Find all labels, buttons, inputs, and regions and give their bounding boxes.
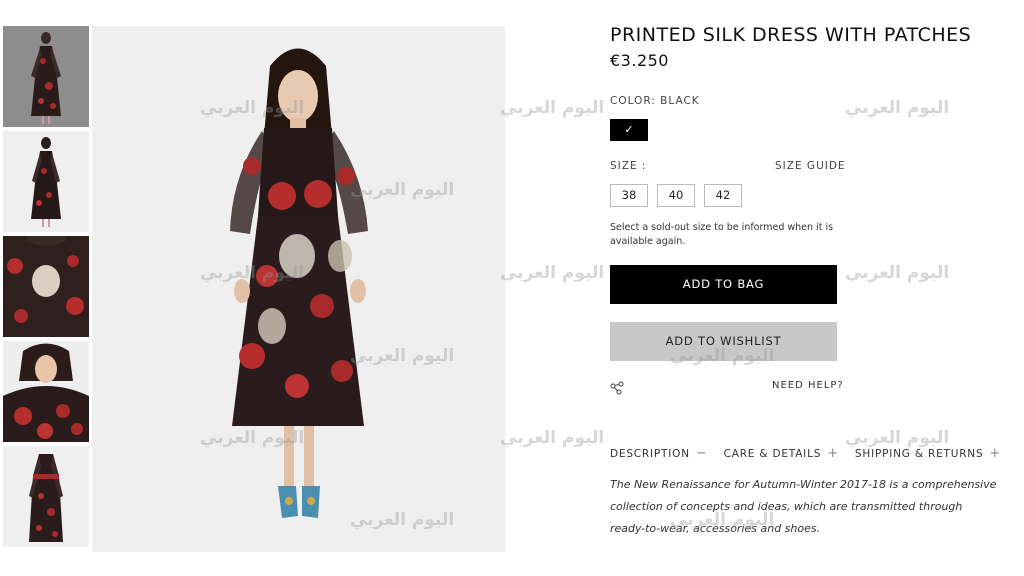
tab-description[interactable]: DESCRIPTION −: [610, 446, 708, 461]
minus-icon: −: [695, 446, 708, 461]
checkmark-icon: ✓: [624, 123, 634, 136]
thumbnail-2[interactable]: [3, 131, 89, 232]
thumbnail-1[interactable]: [3, 26, 89, 127]
dress-front-thumb-image: [31, 32, 61, 124]
thumbnail-gallery: [3, 26, 89, 551]
add-to-wishlist-button[interactable]: ADD TO WISHLIST: [610, 322, 837, 361]
watermark: اليوم العربي: [500, 98, 605, 118]
dress-flat-thumb-image: [29, 454, 63, 542]
info-tabs: DESCRIPTION − CARE & DETAILS + SHIPPING …: [610, 446, 1001, 461]
thumbnail-5[interactable]: [3, 446, 89, 547]
thumbnail-3[interactable]: [3, 236, 89, 337]
watermark: اليوم العربي: [500, 428, 605, 448]
thumbnail-4[interactable]: [3, 341, 89, 442]
main-product-image[interactable]: [92, 26, 505, 552]
size-label: SIZE :: [610, 160, 647, 172]
tab-label: SHIPPING & RETURNS: [854, 447, 984, 460]
plus-icon: +: [827, 446, 839, 461]
dress-detail-back-thumb-image: [3, 236, 89, 337]
add-to-bag-button[interactable]: ADD TO BAG: [610, 265, 837, 304]
tab-label: CARE & DETAILS: [723, 447, 822, 460]
product-price: €3.250: [610, 51, 669, 70]
color-swatch-black[interactable]: ✓: [610, 119, 648, 141]
tab-care-details[interactable]: CARE & DETAILS +: [724, 446, 839, 461]
product-title: PRINTED SILK DRESS WITH PATCHES: [610, 24, 972, 46]
size-options: 38 40 42: [610, 184, 742, 207]
size-option-40[interactable]: 40: [657, 184, 695, 207]
watermark: اليوم العربي: [845, 98, 950, 118]
size-option-42[interactable]: 42: [704, 184, 742, 207]
tab-label: DESCRIPTION: [610, 447, 690, 460]
plus-icon: +: [989, 446, 1002, 461]
size-option-38[interactable]: 38: [610, 184, 648, 207]
sold-out-notice: Select a sold-out size to be informed wh…: [610, 222, 834, 247]
tab-shipping-returns[interactable]: SHIPPING & RETURNS +: [855, 446, 1001, 461]
watermark: اليوم العربي: [845, 263, 950, 283]
need-help-link[interactable]: NEED HELP?: [772, 380, 844, 391]
watermark: اليوم العربي: [500, 263, 605, 283]
color-label: COLOR: BLACK: [610, 95, 700, 107]
dress-closeup-thumb-image: [3, 341, 89, 442]
product-description: The New Renaissance for Autumn-Winter 20…: [610, 478, 997, 535]
share-icon[interactable]: [610, 380, 624, 399]
size-guide-link[interactable]: SIZE GUIDE: [775, 160, 846, 172]
watermark: اليوم العربي: [845, 428, 950, 448]
dress-back-thumb-image: [31, 137, 61, 227]
model-dress-illustration: [230, 48, 368, 518]
